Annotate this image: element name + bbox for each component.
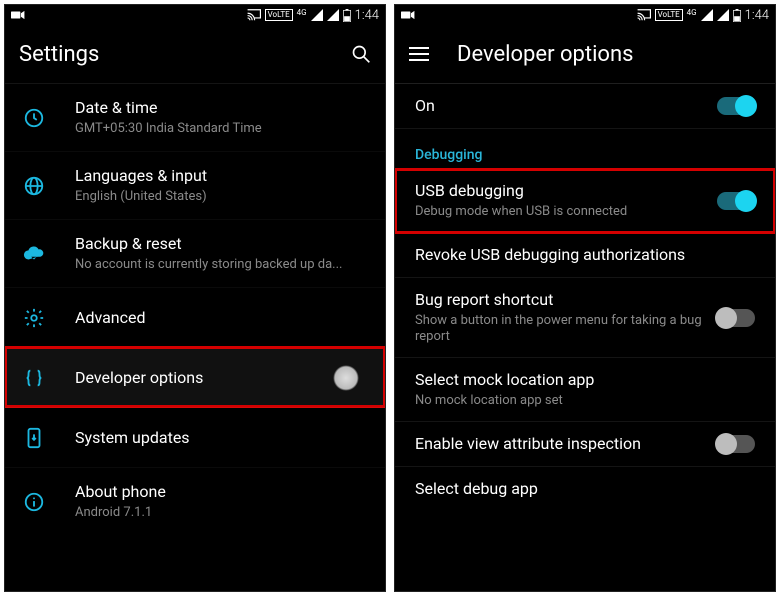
page-title: Developer options [457,42,633,67]
item-subtitle: No account is currently storing backed u… [75,257,369,273]
network-label: 4G [297,8,307,17]
item-select-debug-app[interactable]: Select debug app [395,467,775,511]
item-subtitle: Show a button in the power menu for taki… [415,313,707,345]
status-time: 1:44 [745,8,769,23]
globe-icon [23,175,45,197]
battery-icon [733,9,741,22]
phone-update-icon [23,427,45,449]
item-title: Languages & input [75,166,369,186]
item-title: Backup & reset [75,234,369,254]
touch-indicator-icon [333,365,359,391]
battery-icon [343,9,351,22]
cast-icon [637,9,651,21]
usb-debugging-toggle[interactable] [717,192,755,210]
item-title: System updates [75,428,369,448]
menu-icon[interactable] [409,43,429,65]
info-icon [23,491,45,513]
master-switch-label: On [415,96,707,116]
settings-list: Date & time GMT+05:30 India Standard Tim… [5,83,385,535]
item-title: Revoke USB debugging authorizations [415,245,755,265]
signal-icon [311,9,323,21]
view-attr-toggle[interactable] [717,435,755,453]
settings-item-backup[interactable]: Backup & reset No account is currently s… [5,219,385,287]
item-subtitle: English (United States) [75,189,369,205]
settings-screen: VoLTE 4G 1:44 Settings Date & time GMT+0… [4,4,386,592]
status-time: 1:44 [355,8,379,23]
master-toggle[interactable] [717,97,755,115]
camera-icon [401,10,415,20]
item-mock-location[interactable]: Select mock location app No mock locatio… [395,358,775,422]
item-title: Bug report shortcut [415,290,707,310]
volte-icon: VoLTE [655,9,683,21]
cast-icon [247,9,261,21]
developer-options-titlebar: Developer options [395,25,775,83]
item-title: Enable view attribute inspection [415,434,707,454]
item-title: About phone [75,482,369,502]
item-revoke-usb[interactable]: Revoke USB debugging authorizations [395,233,775,278]
item-bug-report-shortcut[interactable]: Bug report shortcut Show a button in the… [395,278,775,358]
settings-item-system-updates[interactable]: System updates [5,407,385,467]
bug-report-toggle[interactable] [717,309,755,327]
item-subtitle: No mock location app set [415,393,755,409]
signal-icon [717,9,729,21]
cloud-icon [23,243,45,265]
settings-item-about-phone[interactable]: About phone Android 7.1.1 [5,467,385,535]
status-bar: VoLTE 4G 1:44 [395,5,775,25]
settings-item-languages[interactable]: Languages & input English (United States… [5,151,385,219]
network-label: 4G [687,8,697,17]
developer-options-screen: VoLTE 4G 1:44 Developer options On Debug… [394,4,776,592]
item-subtitle: Debug mode when USB is connected [415,204,707,220]
settings-titlebar: Settings [5,25,385,83]
settings-item-date-time[interactable]: Date & time GMT+05:30 India Standard Tim… [5,83,385,151]
item-subtitle: GMT+05:30 India Standard Time [75,121,369,137]
braces-icon [23,367,45,389]
item-title: Developer options [75,368,333,388]
item-title: Advanced [75,308,369,328]
gear-icon [23,307,45,329]
item-title: Select debug app [415,479,755,499]
item-subtitle: Android 7.1.1 [75,505,369,521]
signal-icon [327,9,339,21]
item-title: Date & time [75,98,369,118]
camera-icon [11,10,25,20]
settings-item-developer-options[interactable]: Developer options [5,347,385,407]
volte-icon: VoLTE [265,9,293,21]
signal-icon [701,9,713,21]
page-title: Settings [19,42,99,67]
item-title: Select mock location app [415,370,755,390]
search-icon[interactable] [351,44,371,64]
settings-item-advanced[interactable]: Advanced [5,287,385,347]
item-usb-debugging[interactable]: USB debugging Debug mode when USB is con… [395,169,775,233]
master-switch-row[interactable]: On [395,83,775,129]
clock-icon [23,107,45,129]
section-header-debugging: Debugging [395,129,775,169]
item-view-attribute-inspection[interactable]: Enable view attribute inspection [395,422,775,467]
item-title: USB debugging [415,181,707,201]
status-bar: VoLTE 4G 1:44 [5,5,385,25]
